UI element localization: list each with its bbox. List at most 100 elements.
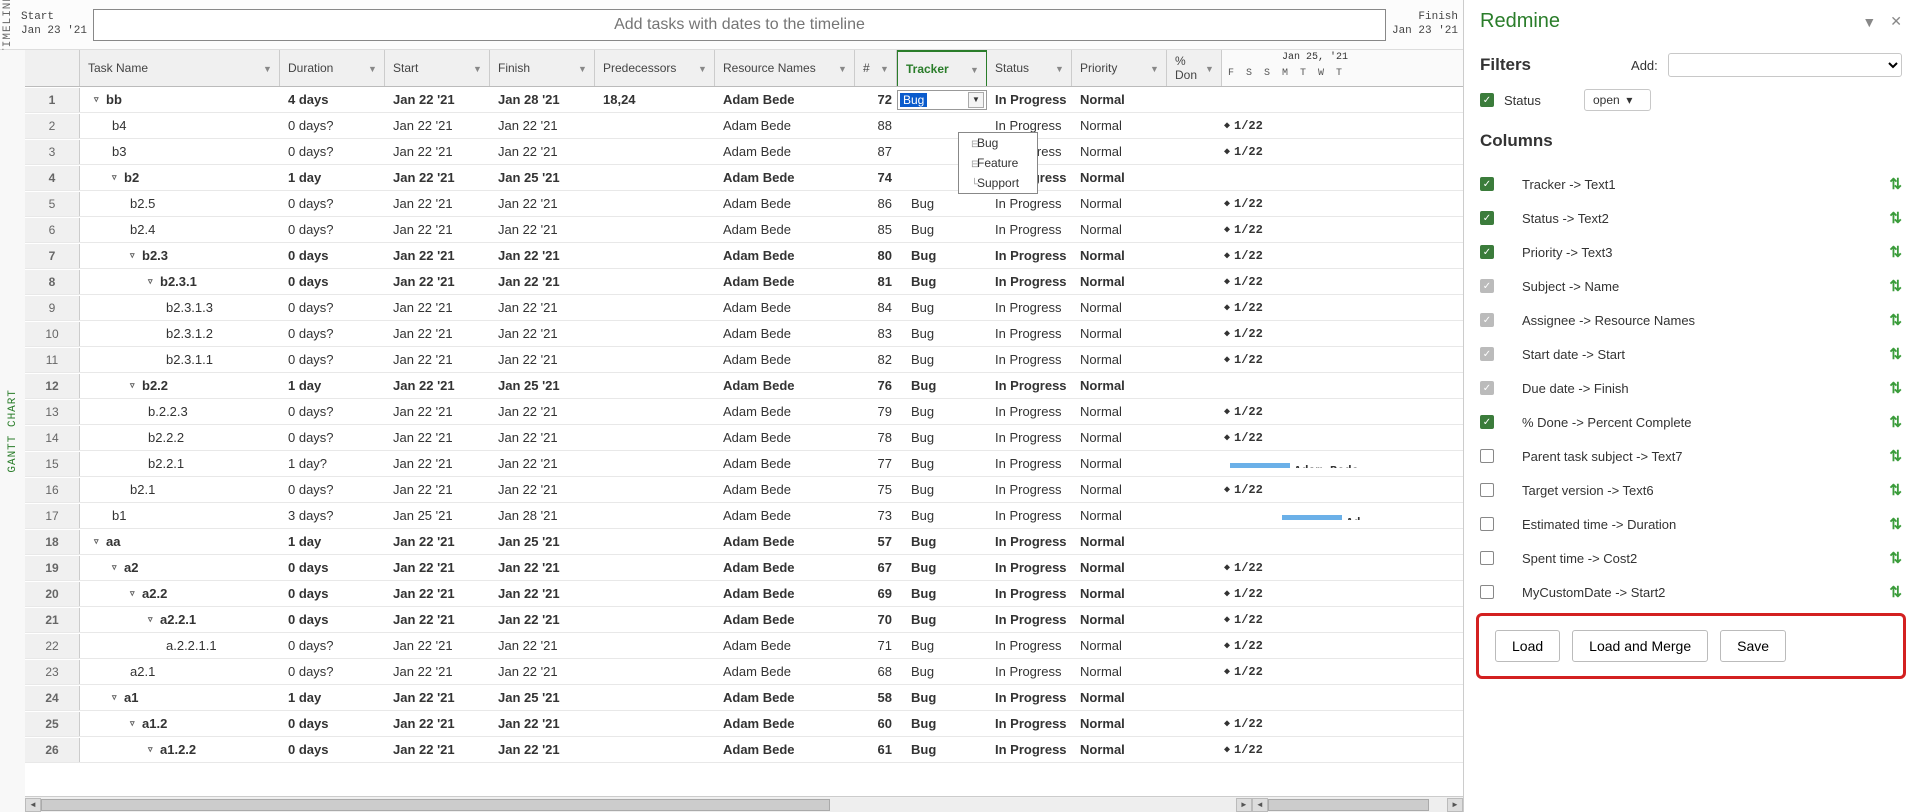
cell-task[interactable]: b2.2.2 (80, 426, 280, 449)
cell-finish[interactable]: Jan 28 '21 (490, 88, 595, 111)
row-number[interactable]: 10 (25, 322, 80, 346)
task-row[interactable]: 7▿b2.30 daysJan 22 '21Jan 22 '21Adam Bed… (25, 243, 1463, 269)
cell-tracker[interactable]: Bug (897, 348, 987, 371)
cell-tracker[interactable]: Bug (897, 452, 987, 475)
cell-start[interactable]: Jan 22 '21 (385, 738, 490, 761)
cell-resource[interactable]: Adam Bede (715, 218, 855, 241)
cell-id[interactable]: 87 (855, 140, 897, 163)
row-number[interactable]: 3 (25, 140, 80, 164)
cell-finish[interactable]: Jan 22 '21 (490, 452, 595, 475)
row-number[interactable]: 4 (25, 166, 80, 190)
cell-percent-done[interactable] (1167, 642, 1222, 650)
cell-priority[interactable]: Normal (1072, 322, 1167, 345)
cell-duration[interactable]: 1 day (280, 686, 385, 709)
cell-percent-done[interactable] (1167, 590, 1222, 598)
cell-resource[interactable]: Adam Bede (715, 270, 855, 293)
cell-duration[interactable]: 0 days (280, 712, 385, 735)
cell-resource[interactable]: Adam Bede (715, 660, 855, 683)
task-row[interactable]: 1▿bb4 daysJan 22 '21Jan 28 '2118,24Adam … (25, 87, 1463, 113)
cell-start[interactable]: Jan 22 '21 (385, 88, 490, 111)
cell-resource[interactable]: Adam Bede (715, 426, 855, 449)
cell-priority[interactable]: Normal (1072, 738, 1167, 761)
cell-percent-done[interactable] (1167, 616, 1222, 624)
load-button[interactable]: Load (1495, 630, 1560, 662)
cell-priority[interactable]: Normal (1072, 608, 1167, 631)
column-header-done[interactable]: % Don▼ (1167, 50, 1222, 86)
task-row[interactable]: 4▿b21 dayJan 22 '21Jan 25 '21Adam Bede74… (25, 165, 1463, 191)
cell-percent-done[interactable] (1167, 382, 1222, 390)
cell-tracker[interactable]: Bug (897, 374, 987, 397)
cell-priority[interactable]: Normal (1072, 452, 1167, 475)
cell-task[interactable]: b2.3.1.1 (80, 348, 280, 371)
dropdown-icon[interactable]: ▼ (578, 64, 586, 72)
cell-start[interactable]: Jan 22 '21 (385, 114, 490, 137)
drag-handle-icon[interactable]: ⇅ (1889, 175, 1902, 193)
cell-priority[interactable]: Normal (1072, 270, 1167, 293)
cell-predecessors[interactable] (595, 252, 715, 260)
cell-id[interactable]: 81 (855, 270, 897, 293)
cell-duration[interactable]: 0 days? (280, 296, 385, 319)
cell-percent-done[interactable] (1167, 746, 1222, 754)
row-number[interactable]: 7 (25, 244, 80, 268)
cell-id[interactable]: 70 (855, 608, 897, 631)
expand-toggle-icon[interactable]: ▿ (148, 276, 158, 287)
cell-tracker[interactable]: Bug (897, 244, 987, 267)
task-row[interactable]: 3b30 days?Jan 22 '21Jan 22 '21Adam Bede8… (25, 139, 1463, 165)
cell-status[interactable]: In Progress (987, 504, 1072, 527)
cell-start[interactable]: Jan 22 '21 (385, 660, 490, 683)
cell-tracker[interactable]: Bug (897, 218, 987, 241)
task-row[interactable]: 19▿a20 daysJan 22 '21Jan 22 '21Adam Bede… (25, 555, 1463, 581)
cell-priority[interactable]: Normal (1072, 218, 1167, 241)
task-row[interactable]: 26▿a1.2.20 daysJan 22 '21Jan 22 '21Adam … (25, 737, 1463, 763)
expand-toggle-icon[interactable]: ▿ (148, 744, 158, 755)
row-number[interactable]: 14 (25, 426, 80, 450)
cell-status[interactable]: In Progress (987, 738, 1072, 761)
cell-predecessors[interactable] (595, 200, 715, 208)
cell-predecessors[interactable] (595, 408, 715, 416)
cell-percent-done[interactable] (1167, 278, 1222, 286)
cell-tracker[interactable]: Bug (897, 478, 987, 501)
cell-predecessors[interactable] (595, 538, 715, 546)
expand-toggle-icon[interactable]: ▿ (94, 536, 104, 547)
task-row[interactable]: 6b2.40 days?Jan 22 '21Jan 22 '21Adam Bed… (25, 217, 1463, 243)
column-checkbox[interactable] (1480, 449, 1494, 463)
cell-tracker[interactable]: Bug (897, 582, 987, 605)
cell-predecessors[interactable] (595, 148, 715, 156)
cell-percent-done[interactable] (1167, 122, 1222, 130)
cell-status[interactable]: In Progress (987, 608, 1072, 631)
cell-percent-done[interactable] (1167, 356, 1222, 364)
cell-resource[interactable]: Adam Bede (715, 88, 855, 111)
row-number[interactable]: 8 (25, 270, 80, 294)
column-checkbox[interactable]: ✓ (1480, 381, 1494, 395)
cell-duration[interactable]: 3 days? (280, 504, 385, 527)
row-number[interactable]: 24 (25, 686, 80, 710)
cell-finish[interactable]: Jan 25 '21 (490, 374, 595, 397)
cell-task[interactable]: a.2.2.1.1 (80, 634, 280, 657)
cell-start[interactable]: Jan 22 '21 (385, 712, 490, 735)
expand-toggle-icon[interactable]: ▿ (130, 718, 140, 729)
cell-predecessors[interactable] (595, 746, 715, 754)
cell-predecessors[interactable]: 18,24 (595, 88, 715, 111)
column-header-tracker[interactable]: Tracker▼ (897, 50, 987, 86)
cell-start[interactable]: Jan 22 '21 (385, 686, 490, 709)
drag-handle-icon[interactable]: ⇅ (1889, 311, 1902, 329)
cell-resource[interactable]: Adam Bede (715, 634, 855, 657)
drag-handle-icon[interactable]: ⇅ (1889, 447, 1902, 465)
cell-status[interactable]: In Progress (987, 712, 1072, 735)
column-checkbox[interactable]: ✓ (1480, 279, 1494, 293)
cell-id[interactable]: 83 (855, 322, 897, 345)
cell-priority[interactable]: Normal (1072, 88, 1167, 111)
cell-status[interactable]: In Progress (987, 478, 1072, 501)
cell-start[interactable]: Jan 22 '21 (385, 608, 490, 631)
cell-id[interactable]: 82 (855, 348, 897, 371)
cell-priority[interactable]: Normal (1072, 660, 1167, 683)
cell-resource[interactable]: Adam Bede (715, 296, 855, 319)
cell-priority[interactable]: Normal (1072, 374, 1167, 397)
cell-task[interactable]: b2.2.1 (80, 452, 280, 475)
cell-resource[interactable]: Adam Bede (715, 712, 855, 735)
task-row[interactable]: 18▿aa1 dayJan 22 '21Jan 25 '21Adam Bede5… (25, 529, 1463, 555)
cell-duration[interactable]: 0 days? (280, 322, 385, 345)
column-checkbox[interactable]: ✓ (1480, 415, 1494, 429)
cell-start[interactable]: Jan 22 '21 (385, 478, 490, 501)
cell-tracker[interactable]: Bug (897, 608, 987, 631)
